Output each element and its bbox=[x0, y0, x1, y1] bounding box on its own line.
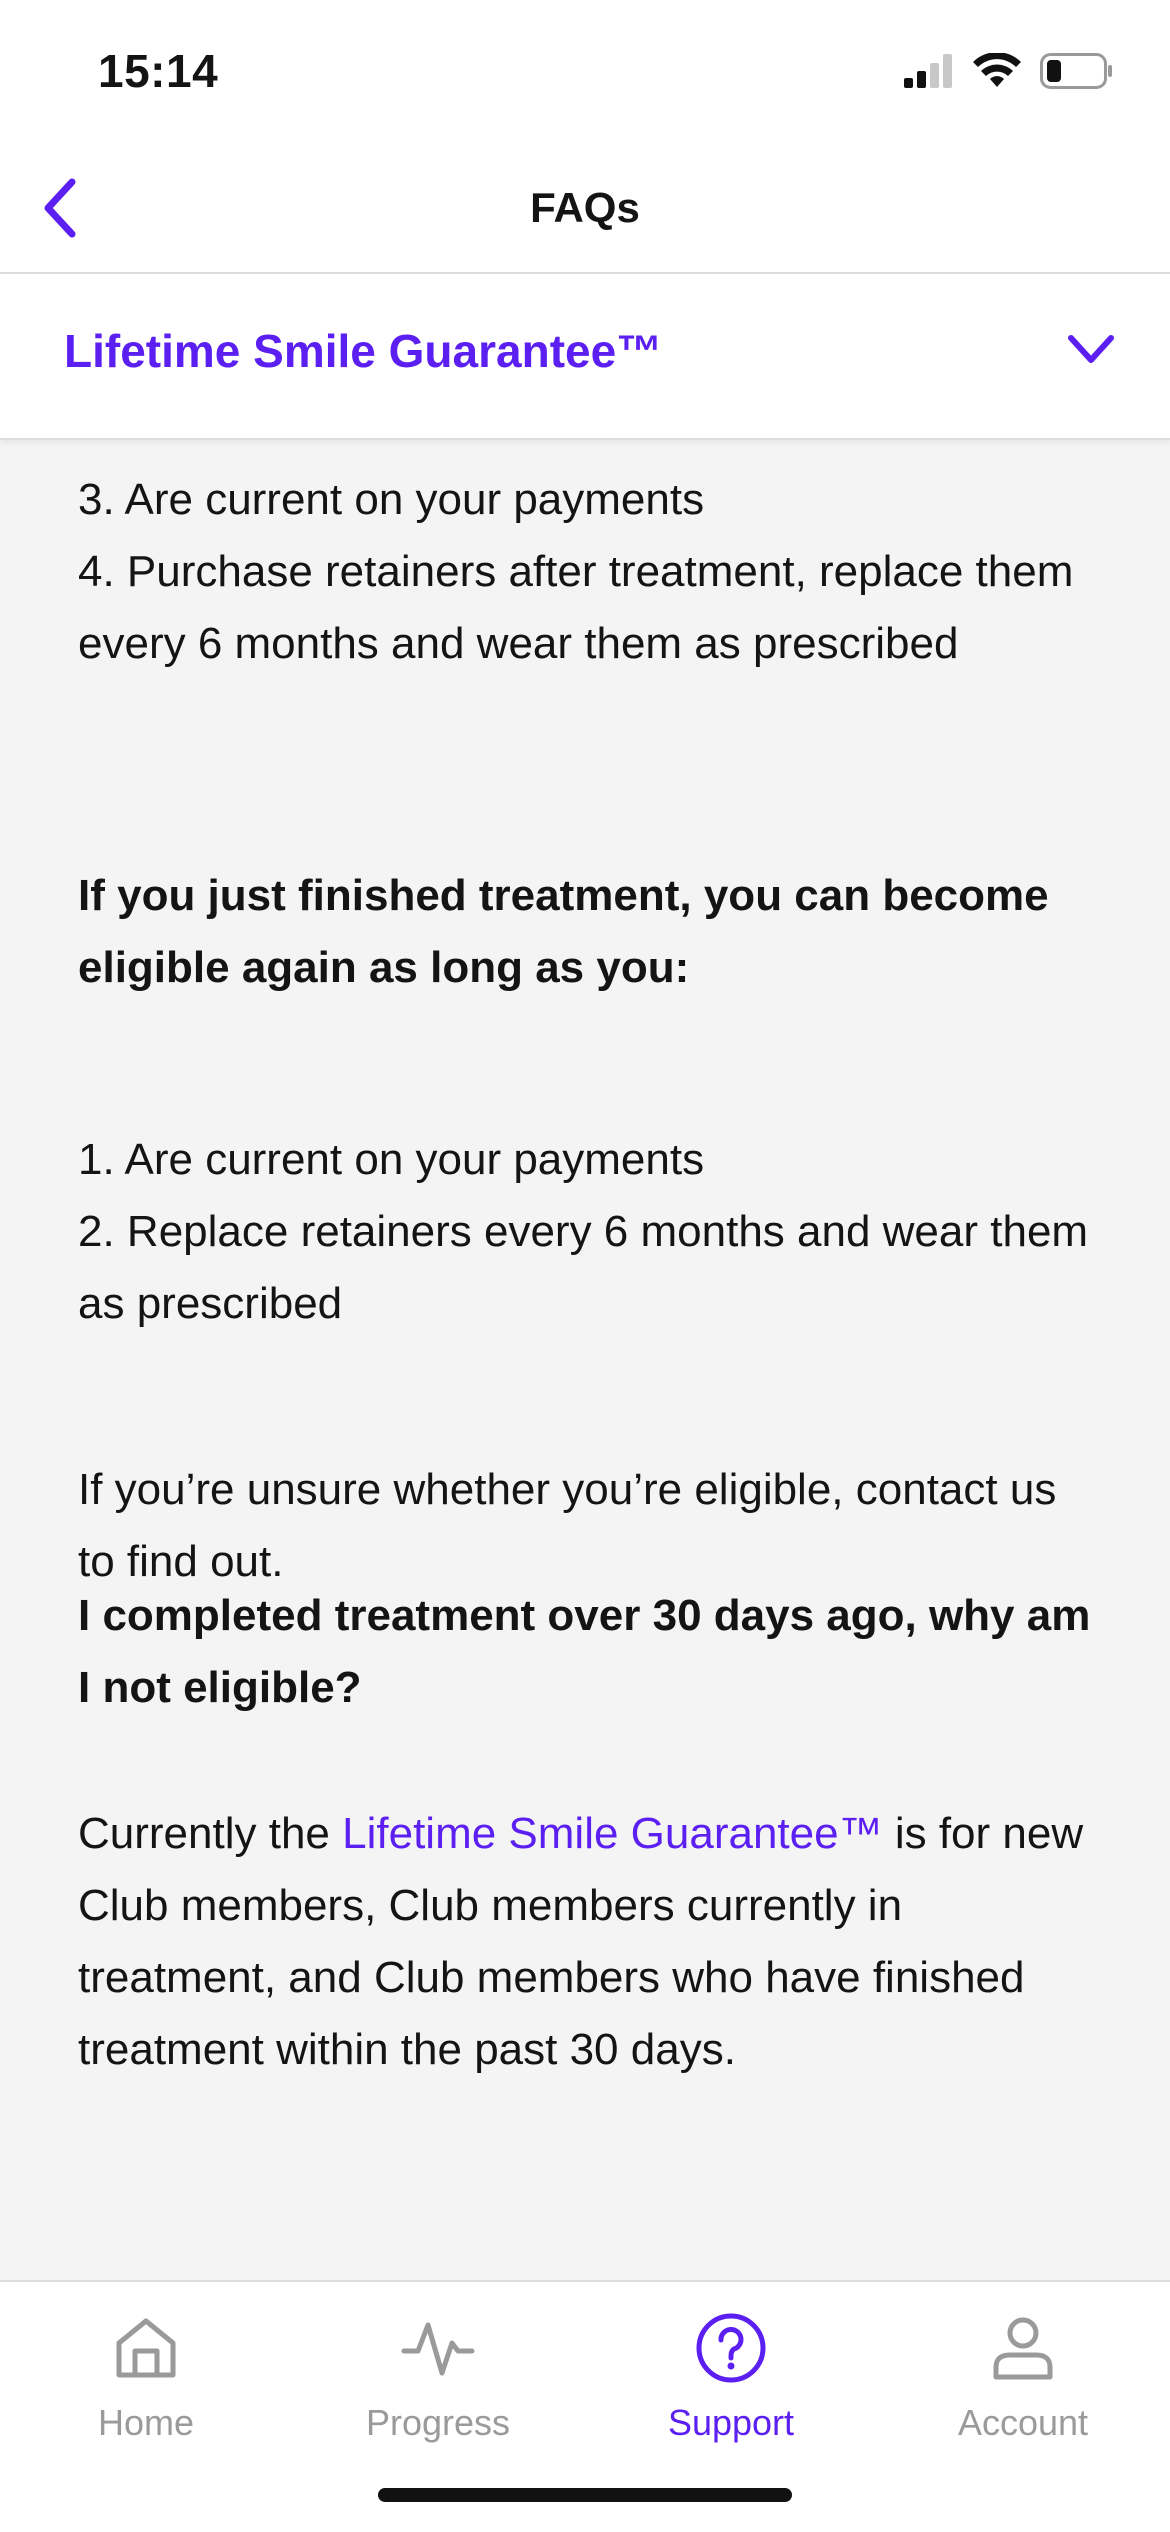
tab-label: Support bbox=[667, 2402, 795, 2443]
status-time: 15:14 bbox=[98, 45, 219, 97]
wifi-icon bbox=[972, 51, 1022, 94]
list-item: 4. Purchase retainers after treatment, r… bbox=[78, 547, 1074, 668]
list-item: 2. Replace retainers every 6 months and … bbox=[78, 1207, 1089, 1328]
nav-header: FAQs bbox=[0, 150, 1170, 274]
section-title: Lifetime Smile Guarantee™ bbox=[64, 325, 663, 377]
chevron-down-icon bbox=[1067, 334, 1115, 369]
battery-icon bbox=[1040, 52, 1114, 94]
home-indicator[interactable] bbox=[378, 2488, 792, 2502]
home-icon bbox=[106, 2308, 186, 2388]
status-icons bbox=[904, 50, 1114, 96]
faq-content[interactable]: 3. Are current on your payments 4. Purch… bbox=[0, 410, 1170, 2280]
pulse-icon bbox=[398, 2308, 478, 2388]
list-item: 1. Are current on your payments bbox=[78, 1135, 705, 1184]
faq-question: I completed treatment over 30 days ago, … bbox=[78, 1591, 1091, 1712]
tab-progress[interactable]: Progress bbox=[292, 2308, 584, 2478]
status-bar: 15:14 bbox=[0, 0, 1170, 150]
person-icon bbox=[983, 2308, 1063, 2388]
tab-support[interactable]: Support bbox=[585, 2308, 877, 2478]
list-item: 3. Are current on your payments bbox=[78, 475, 705, 524]
tab-home[interactable]: Home bbox=[0, 2308, 292, 2478]
tab-account[interactable]: Account bbox=[877, 2308, 1169, 2478]
finished-heading: If you just finished treatment, you can … bbox=[78, 871, 1049, 992]
unsure-text: If you’re unsure whether you’re eligible… bbox=[78, 1465, 1057, 1586]
tab-label: Home bbox=[97, 2402, 195, 2443]
question-circle-icon bbox=[691, 2308, 771, 2388]
signal-icon bbox=[904, 53, 954, 93]
tab-label: Progress bbox=[365, 2402, 511, 2443]
faq-section-selector[interactable]: Lifetime Smile Guarantee™ bbox=[0, 274, 1170, 440]
tab-label: Account bbox=[957, 2402, 1089, 2443]
faq-answer: Currently the Lifetime Smile Guarantee™ … bbox=[78, 1798, 1098, 2086]
page-title: FAQs bbox=[530, 184, 640, 231]
section-dropdown-button[interactable] bbox=[1056, 316, 1126, 386]
answer-prefix: Currently the bbox=[78, 1809, 330, 1858]
lifetime-smile-guarantee-link[interactable]: Lifetime Smile Guarantee™ bbox=[342, 1809, 882, 1858]
